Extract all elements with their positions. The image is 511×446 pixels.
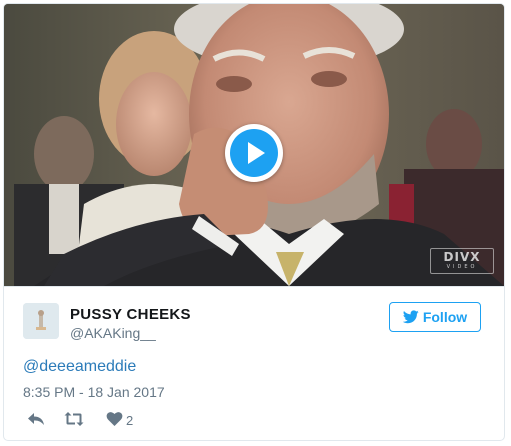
like-action[interactable] — [106, 411, 123, 427]
video-media[interactable]: DIVX VIDEO — [4, 4, 504, 286]
heart-icon — [106, 412, 123, 426]
follow-button[interactable]: Follow — [389, 302, 481, 332]
reply-action[interactable] — [27, 411, 45, 427]
author-screen-name[interactable]: @AKAKing__ — [70, 325, 156, 341]
like-count: 2 — [126, 413, 134, 428]
retweet-icon — [64, 412, 84, 426]
twitter-bird-icon — [402, 310, 419, 324]
play-button[interactable] — [225, 124, 283, 182]
retweet-action[interactable] — [64, 411, 84, 427]
embedded-tweet-card: DIVX VIDEO PUSSY CHEEKS @AKAKing__ Follo… — [3, 3, 505, 441]
author-display-name[interactable]: PUSSY CHEEKS — [70, 306, 191, 323]
tweet-timestamp[interactable]: 8:35 PM - 18 Jan 2017 — [23, 384, 165, 400]
avatar-image — [23, 303, 59, 339]
reply-icon — [28, 413, 44, 425]
tweet-body: PUSSY CHEEKS @AKAKing__ Follow @deeeamed… — [4, 286, 504, 440]
follow-button-label: Follow — [422, 309, 468, 325]
avatar[interactable] — [23, 303, 59, 339]
play-icon — [248, 142, 265, 164]
divx-watermark: DIVX VIDEO — [430, 248, 494, 274]
tweet-text-mention[interactable]: @deeeameddie — [23, 358, 136, 376]
